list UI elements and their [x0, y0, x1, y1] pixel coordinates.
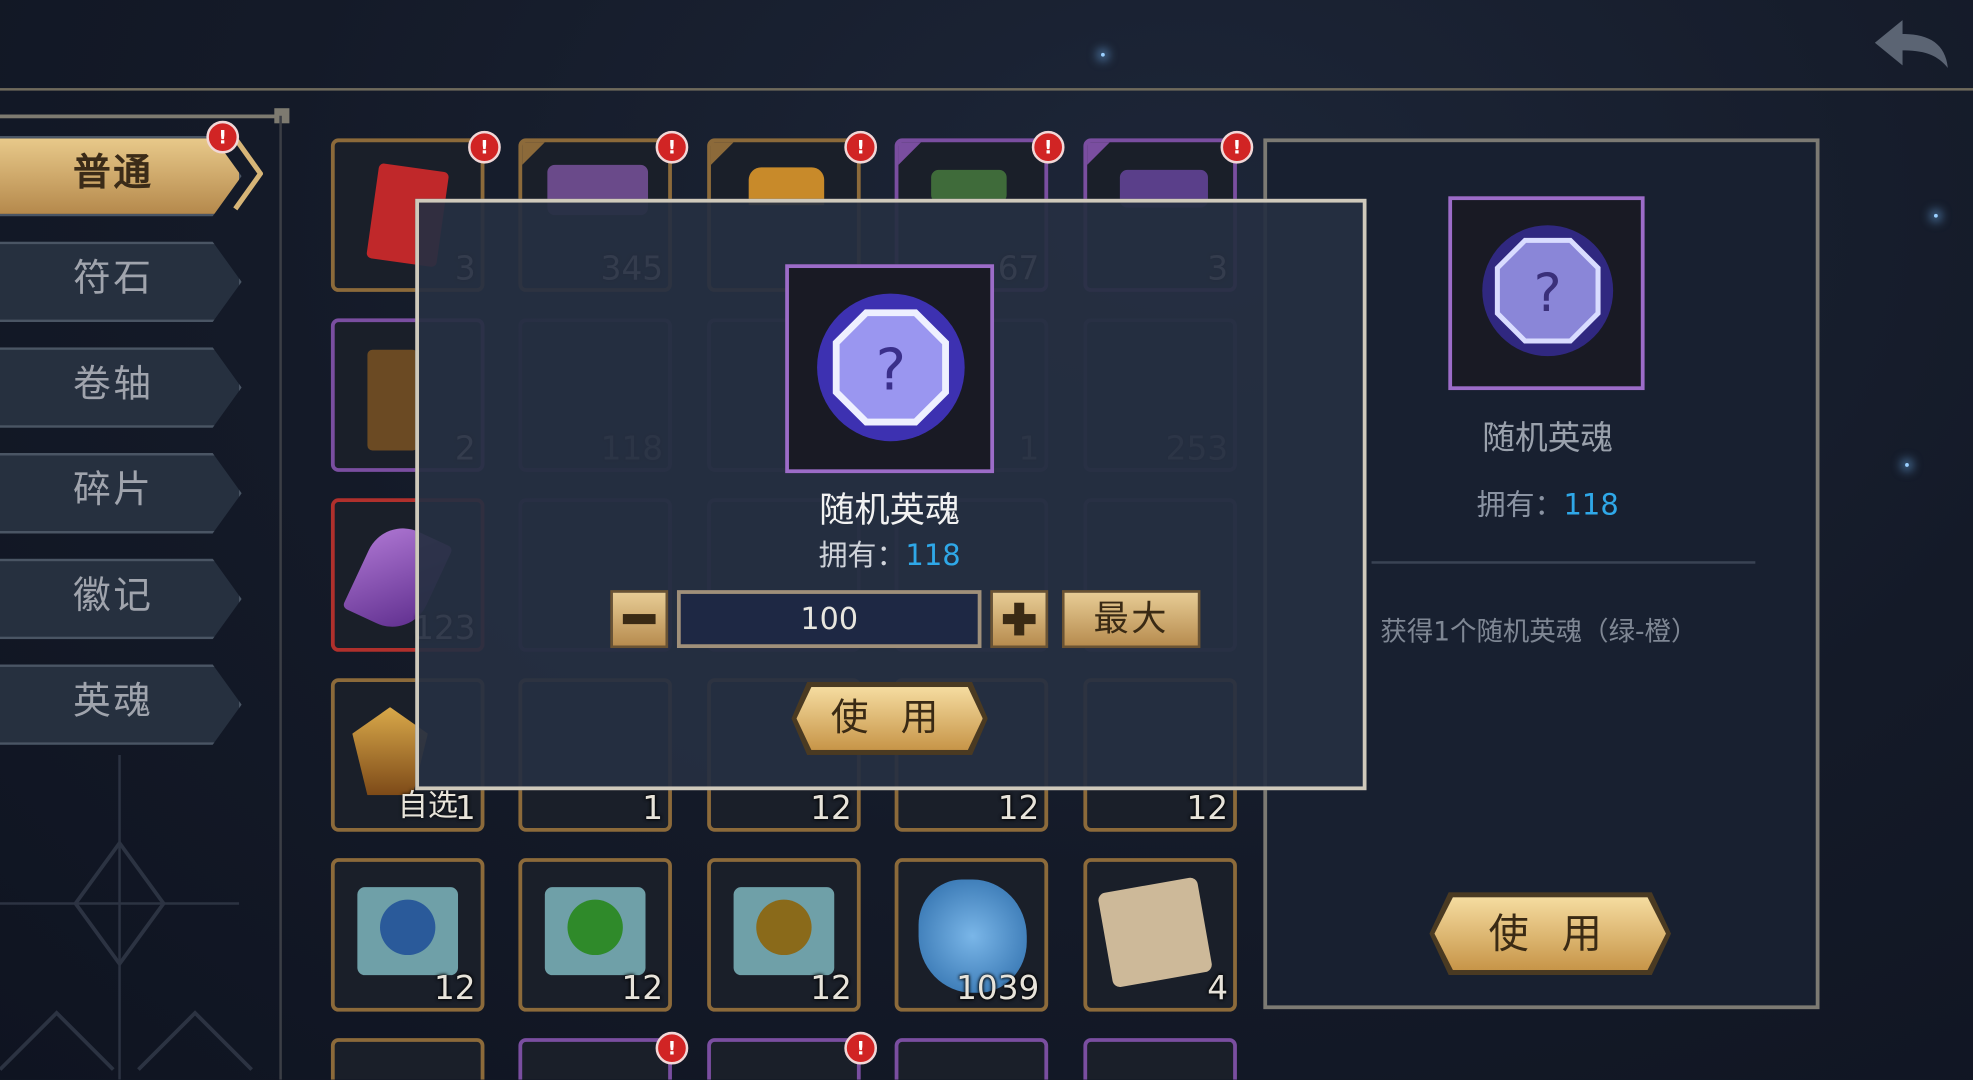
item-count: 12 [1186, 790, 1229, 828]
inventory-item[interactable]: 4 [1083, 858, 1237, 1012]
inventory-item[interactable]: 12 [707, 858, 861, 1012]
detail-divider [1371, 561, 1756, 564]
dialog-item-name: 随机英魂 [819, 489, 961, 532]
item-count: 12 [810, 970, 852, 1008]
item-count: 1 [642, 790, 664, 828]
back-arrow-icon[interactable] [1872, 15, 1950, 73]
tab-label: 普通 [72, 150, 154, 196]
item-count: 12 [621, 970, 664, 1008]
tab-scroll[interactable]: 卷轴 [0, 347, 242, 428]
item-count: 1039 [956, 970, 1040, 1008]
parchment-icon [1097, 876, 1213, 989]
frame-corner [898, 142, 922, 165]
wooden-chest-icon [367, 349, 418, 451]
tab-arrow-icon [233, 136, 263, 211]
dialog-use-button[interactable]: 使 用 [791, 681, 988, 755]
quantity-input[interactable]: 100 [676, 590, 982, 649]
tab-runestone[interactable]: 符石 [0, 241, 242, 323]
button-label: 使 用 [830, 695, 949, 740]
alert-badge: ! [655, 1031, 689, 1065]
sidebar-divider [0, 114, 284, 119]
inventory-item[interactable] [894, 1038, 1049, 1080]
item-count: 1 [454, 790, 476, 828]
button-label: 使 用 [1488, 909, 1613, 958]
tab-normal[interactable]: 普通 [0, 135, 242, 217]
dialog-owned: 拥有：118 [739, 531, 1041, 574]
leaf-rune-icon [567, 899, 623, 956]
frame-corner [1087, 142, 1110, 165]
alert-badge: ! [655, 130, 689, 164]
game-screen: 普通 ! 符石 卷轴 碎片 徽记 英魂 3 345 [0, 0, 1973, 1080]
water-rune-icon [380, 899, 436, 956]
item-count: 12 [997, 790, 1040, 828]
detail-item-name: 随机英魂 [1482, 420, 1614, 459]
inventory-item[interactable] [707, 1038, 861, 1080]
star-sparkle [1934, 213, 1938, 218]
alert-badge: ! [844, 1031, 878, 1065]
inventory-item[interactable]: 12 [518, 858, 672, 1012]
tab-hero-soul[interactable]: 英魂 [0, 664, 242, 745]
hero-soul-gem-icon: ? [817, 293, 965, 442]
owned-label: 拥有： [818, 539, 906, 573]
tab-label: 符石 [72, 256, 154, 301]
inventory-item[interactable] [1083, 1038, 1237, 1080]
green-chest-icon [931, 169, 1007, 203]
tab-label: 英魂 [72, 679, 154, 724]
star-sparkle [1101, 52, 1105, 57]
frame-corner [522, 142, 545, 165]
detail-description: 获得1个随机英魂（绿-橙） [1380, 616, 1698, 647]
alert-badge: ! [206, 120, 240, 154]
alert-badge: ! [844, 130, 878, 164]
tab-label: 卷轴 [72, 362, 154, 407]
alert-badge: ! [468, 130, 501, 164]
owned-value: 118 [905, 539, 961, 573]
decrease-button[interactable] [610, 590, 669, 649]
detail-owned: 拥有：118 [1397, 481, 1699, 524]
inventory-item[interactable]: 1039 [894, 858, 1049, 1012]
inventory-item[interactable] [330, 1038, 485, 1080]
tab-emblem[interactable]: 徽记 [0, 558, 242, 640]
alert-badge: ! [1220, 130, 1254, 164]
increase-button[interactable] [990, 590, 1049, 649]
owned-value: 118 [1563, 489, 1619, 523]
plus-icon-vertical [1014, 602, 1025, 636]
sidebar-ornament [0, 754, 253, 1080]
tab-fragment[interactable]: 碎片 [0, 452, 242, 534]
item-count: 4 [1207, 970, 1229, 1008]
top-divider [0, 88, 1973, 91]
frame-corner [710, 142, 734, 165]
minus-icon [622, 614, 656, 625]
hero-soul-gem-icon: ? [1482, 225, 1614, 357]
inventory-item[interactable]: 12 [330, 858, 485, 1012]
dialog-item-frame: ? [785, 264, 995, 474]
sidebar-border [279, 115, 282, 1080]
star-sparkle [1905, 463, 1909, 467]
item-count: 12 [810, 790, 852, 828]
tab-label: 碎片 [72, 468, 154, 513]
max-button[interactable]: 最大 [1062, 590, 1201, 649]
item-count: 12 [433, 970, 476, 1008]
detail-use-button[interactable]: 使 用 [1429, 892, 1672, 976]
detail-item-frame: ? [1448, 196, 1645, 391]
sun-rune-icon [756, 899, 812, 956]
tab-label: 徽记 [72, 573, 154, 618]
svg-text:?: ? [1534, 263, 1562, 324]
inventory-item[interactable] [518, 1038, 672, 1080]
svg-text:?: ? [876, 336, 906, 403]
owned-label: 拥有： [1476, 489, 1564, 523]
alert-badge: ! [1031, 130, 1065, 164]
